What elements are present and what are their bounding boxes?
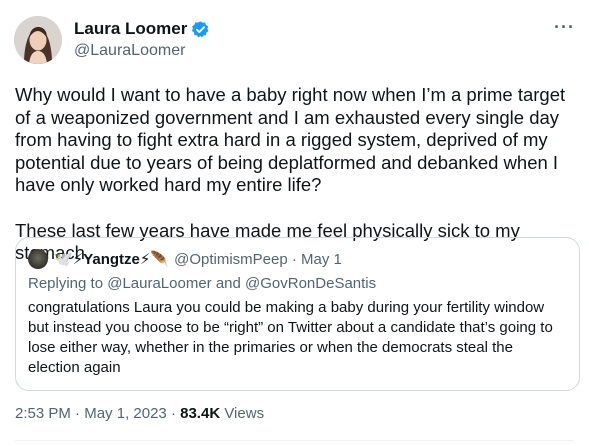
quoted-tweet-header: 🕊️⚡Yangtze⚡🪶 @OptimismPeep · May 1 [28,249,342,269]
author-display-name[interactable]: Laura Loomer [74,19,187,39]
meta-separator: · [170,405,181,422]
tweet: Laura Loomer @LauraLoomer ··· Why would … [0,0,589,446]
tweet-time[interactable]: 2:53 PM [15,405,71,422]
author-info: Laura Loomer @LauraLoomer [74,18,210,60]
tweet-date[interactable]: May 1, 2023 [84,405,167,422]
author-handle[interactable]: @LauraLoomer [74,42,210,60]
quoted-tweet[interactable]: 🕊️⚡Yangtze⚡🪶 @OptimismPeep · May 1 Reply… [15,237,580,391]
author-name-row: Laura Loomer [74,18,210,40]
quoted-author-display-name: 🕊️⚡Yangtze⚡🪶 [54,251,170,268]
quoted-tweet-text: congratulations Laura you could be makin… [28,299,553,376]
author-avatar[interactable] [14,16,62,64]
quoted-author-handle-date: @OptimismPeep · May 1 [174,250,342,268]
meta-separator: · [75,405,85,422]
tweet-meta: 2:53 PM · May 1, 2023 · 83.4K Views [15,405,264,422]
divider [15,440,574,441]
verified-badge-icon [191,20,210,39]
views-label: Views [224,405,265,422]
more-options-icon[interactable]: ··· [554,18,575,36]
quoted-replying-to: Replying to @LauraLoomer and @GovRonDeSa… [28,275,377,292]
quoted-author-avatar [28,249,48,269]
views-count: 83.4K [180,405,221,422]
